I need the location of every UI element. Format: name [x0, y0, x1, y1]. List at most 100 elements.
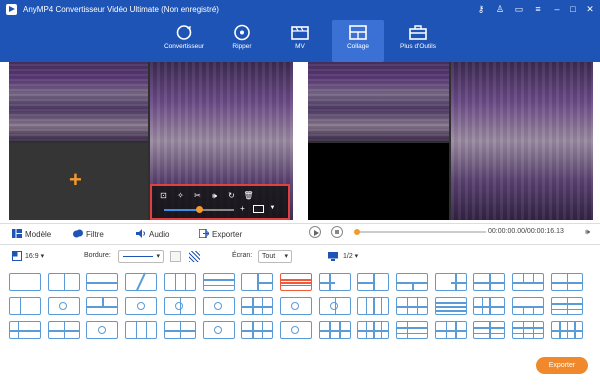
template-divider: [474, 282, 505, 284]
template-layout-31[interactable]: [9, 321, 41, 339]
nav-plus-outils[interactable]: Plus d'Outils: [392, 20, 444, 62]
border-color-picker[interactable]: [170, 251, 181, 262]
template-divider: [481, 298, 484, 314]
tab-exporter[interactable]: Exporter: [199, 229, 242, 243]
template-layout-10[interactable]: [357, 273, 390, 291]
template-layout-25[interactable]: [357, 297, 390, 315]
export-button[interactable]: Exporter: [536, 357, 588, 374]
template-layout-26[interactable]: [396, 297, 428, 315]
volume-icon[interactable]: 🕪: [585, 227, 590, 237]
template-layout-42[interactable]: [434, 321, 467, 339]
tab-modele[interactable]: Modèle: [12, 229, 51, 243]
template-layout-16[interactable]: [9, 297, 41, 315]
template-layout-40[interactable]: [357, 321, 390, 339]
template-divider: [551, 282, 582, 284]
template-divider: [214, 325, 222, 334]
template-layout-14[interactable]: [512, 273, 545, 291]
template-layout-27[interactable]: [434, 297, 467, 315]
template-divider: [435, 302, 466, 304]
nav-mv[interactable]: MV: [274, 20, 326, 62]
template-layout-5[interactable]: [163, 273, 196, 291]
audio-icon[interactable]: 🕪: [209, 190, 220, 201]
template-layout-36[interactable]: [202, 321, 235, 339]
minimize-icon[interactable]: –: [550, 3, 564, 15]
progress-knob[interactable]: [354, 229, 360, 235]
template-layout-44[interactable]: [512, 321, 545, 339]
template-divider: [416, 298, 419, 314]
key-icon[interactable]: ⚷: [474, 3, 488, 15]
template-layout-23[interactable]: [279, 297, 312, 315]
template-layout-6[interactable]: [202, 273, 235, 291]
template-layout-22[interactable]: [241, 297, 274, 315]
template-layout-37[interactable]: [241, 321, 274, 339]
template-layout-13[interactable]: [473, 273, 506, 291]
template-layout-15[interactable]: [550, 273, 583, 291]
template-layout-4[interactable]: [125, 272, 158, 292]
tab-audio[interactable]: Audio: [136, 229, 169, 243]
template-layout-43[interactable]: [473, 321, 506, 339]
volume-knob[interactable]: [196, 206, 203, 213]
screen-select[interactable]: Tout ▾: [258, 250, 292, 263]
template-layout-18[interactable]: [86, 297, 119, 315]
template-layout-8[interactable]: [279, 273, 312, 291]
template-divider: [365, 322, 368, 338]
play-button[interactable]: [309, 226, 321, 238]
template-layout-20[interactable]: [163, 297, 196, 315]
nav-collage[interactable]: Collage: [332, 20, 384, 62]
template-layout-34[interactable]: [125, 321, 158, 339]
screen-icon[interactable]: [253, 205, 264, 213]
template-layout-11[interactable]: [396, 273, 428, 291]
template-divider: [87, 282, 118, 284]
maximize-icon[interactable]: □: [566, 3, 580, 15]
crop-icon[interactable]: ⊡: [158, 190, 169, 201]
template-layout-1[interactable]: [9, 273, 41, 291]
progress-track[interactable]: [354, 229, 486, 235]
border-pattern-icon[interactable]: [189, 251, 200, 262]
template-layout-30[interactable]: [550, 297, 583, 315]
add-media-icon[interactable]: +: [69, 169, 82, 191]
template-layout-7[interactable]: [241, 273, 274, 291]
template-layout-35[interactable]: [163, 321, 196, 339]
template-layout-2[interactable]: [47, 273, 80, 291]
template-layout-29[interactable]: [512, 297, 545, 315]
template-layout-41[interactable]: [396, 321, 428, 339]
user-icon[interactable]: ♙: [493, 3, 507, 15]
template-layout-24[interactable]: [318, 297, 351, 315]
ratio-select[interactable]: 16:9 ▾: [25, 252, 44, 260]
template-layout-28[interactable]: [473, 297, 506, 315]
rotate-icon[interactable]: ↻: [226, 190, 237, 201]
template-layout-3[interactable]: [86, 273, 119, 291]
collage-cell-1[interactable]: [9, 62, 148, 141]
chat-icon[interactable]: ▭: [512, 3, 526, 15]
magic-wand-icon[interactable]: ✧: [175, 190, 186, 201]
template-divider: [179, 322, 182, 338]
collage-cell-3[interactable]: +: [9, 143, 148, 220]
page-select[interactable]: 1/2 ▾: [343, 252, 358, 260]
template-layout-32[interactable]: [47, 321, 80, 339]
chevron-down-icon[interactable]: ▼: [267, 203, 278, 214]
delete-icon[interactable]: 🗑: [243, 190, 254, 201]
template-layout-38[interactable]: [279, 321, 312, 339]
nav-ripper[interactable]: Ripper: [216, 20, 268, 62]
template-divider: [280, 282, 311, 284]
template-layout-39[interactable]: [318, 321, 351, 339]
template-divider: [59, 301, 68, 310]
menu-icon[interactable]: ≡: [531, 3, 545, 15]
template-divider: [532, 322, 535, 338]
template-layout-33[interactable]: [86, 321, 119, 339]
template-divider: [551, 308, 582, 311]
tab-filtre[interactable]: Filtre: [73, 229, 104, 243]
close-icon[interactable]: ✕: [583, 3, 597, 15]
volume-slider[interactable]: [164, 206, 234, 213]
stop-button[interactable]: [331, 226, 343, 238]
border-style-select[interactable]: ▾: [118, 250, 164, 263]
nav-convertisseur[interactable]: Convertisseur: [158, 20, 210, 62]
template-layout-9[interactable]: [318, 273, 351, 291]
toolbox-icon: [409, 25, 427, 40]
template-layout-17[interactable]: [47, 297, 80, 315]
template-layout-12[interactable]: [434, 273, 467, 291]
template-layout-21[interactable]: [202, 297, 235, 315]
scissors-icon[interactable]: ✂: [192, 190, 203, 201]
template-layout-45[interactable]: [550, 321, 583, 339]
template-layout-19[interactable]: [125, 297, 158, 315]
